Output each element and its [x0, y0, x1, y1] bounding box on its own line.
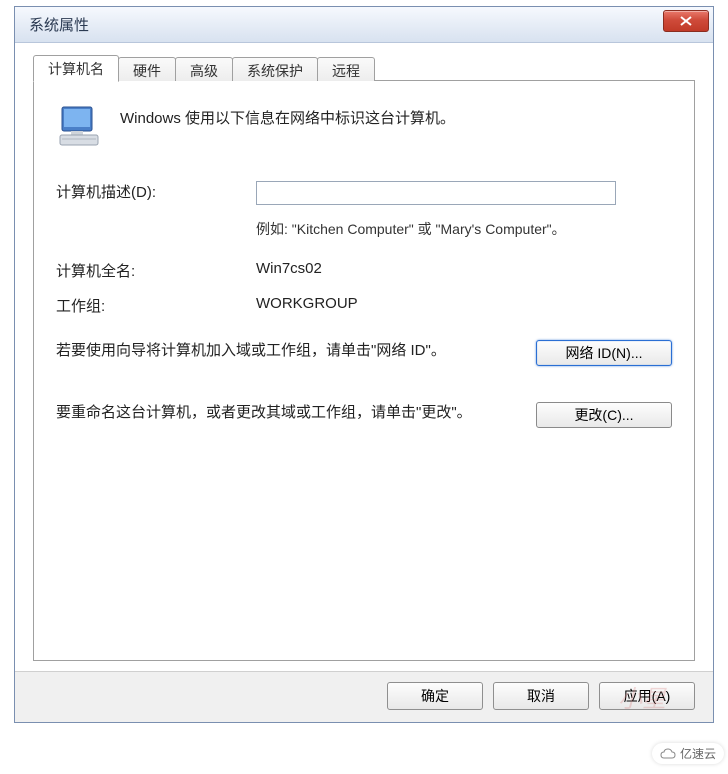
change-row: 要重命名这台计算机，或者更改其域或工作组，请单击"更改"。 更改(C)...: [56, 402, 672, 428]
titlebar: 系统属性: [15, 7, 713, 43]
intro-row: Windows 使用以下信息在网络中标识这台计算机。: [56, 103, 672, 151]
fullname-row: 计算机全名: Win7cs02: [56, 260, 672, 281]
description-row: 计算机描述(D):: [56, 181, 672, 205]
tab-advanced[interactable]: 高级: [175, 57, 233, 81]
cancel-button[interactable]: 取消: [493, 682, 589, 710]
change-text: 要重命名这台计算机，或者更改其域或工作组，请单击"更改"。: [56, 402, 524, 425]
apply-button[interactable]: 应用(A): [599, 682, 695, 710]
workgroup-row: 工作组: WORKGROUP: [56, 295, 672, 316]
workgroup-value: WORKGROUP: [256, 295, 672, 312]
intro-text: Windows 使用以下信息在网络中标识这台计算机。: [120, 103, 455, 128]
computer-icon: [56, 103, 104, 151]
networkid-text: 若要使用向导将计算机加入域或工作组，请单击"网络 ID"。: [56, 340, 524, 363]
fullname-value: Win7cs02: [256, 260, 672, 277]
tab-strip: 计算机名 硬件 高级 系统保护 远程: [33, 55, 695, 81]
tab-system-protection[interactable]: 系统保护: [232, 57, 318, 81]
workgroup-label: 工作组:: [56, 295, 256, 316]
networkid-row: 若要使用向导将计算机加入域或工作组，请单击"网络 ID"。 网络 ID(N)..…: [56, 340, 672, 366]
tab-panel: Windows 使用以下信息在网络中标识这台计算机。 计算机描述(D): 例如:…: [33, 81, 695, 661]
tab-remote[interactable]: 远程: [317, 57, 375, 81]
cloud-badge-text: 亿速云: [680, 745, 716, 762]
networkid-button[interactable]: 网络 ID(N)...: [536, 340, 672, 366]
description-example: 例如: "Kitchen Computer" 或 "Mary's Compute…: [256, 219, 616, 240]
close-icon: [680, 16, 692, 26]
fullname-label: 计算机全名:: [56, 260, 256, 281]
system-properties-window: 系统属性 计算机名 硬件 高级 系统保护 远程 Windows 使用以下信息在网…: [14, 6, 714, 723]
description-input[interactable]: [256, 181, 616, 205]
cloud-icon: [660, 748, 676, 760]
cloud-badge: 亿速云: [652, 743, 724, 764]
tab-hardware[interactable]: 硬件: [118, 57, 176, 81]
ok-button[interactable]: 确定: [387, 682, 483, 710]
change-button[interactable]: 更改(C)...: [536, 402, 672, 428]
window-title: 系统属性: [29, 14, 89, 35]
description-label: 计算机描述(D):: [56, 181, 256, 202]
content-area: 计算机名 硬件 高级 系统保护 远程 Windows 使用以下信息在网络中标识这…: [15, 43, 713, 671]
dialog-button-bar: 确定 取消 应用(A): [15, 671, 713, 722]
close-button[interactable]: [663, 10, 709, 32]
tab-computer-name[interactable]: 计算机名: [33, 55, 119, 82]
